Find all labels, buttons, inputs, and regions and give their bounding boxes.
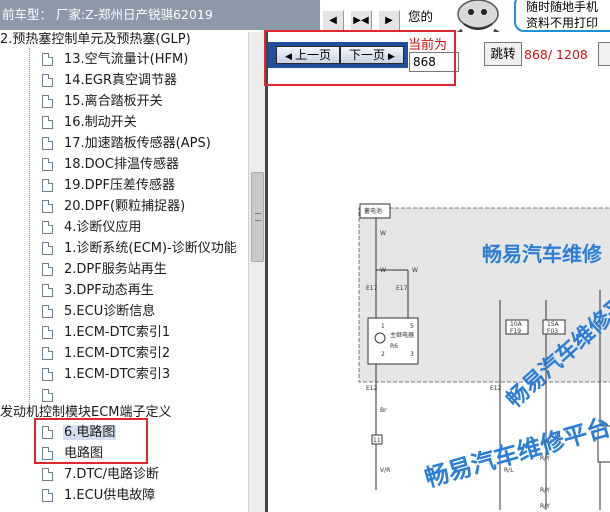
- document-icon: [42, 326, 53, 339]
- tree-item[interactable]: 16.制动开关: [42, 112, 137, 133]
- highlight-box-tree: [34, 418, 148, 464]
- document-icon: [42, 468, 53, 481]
- toolbar-extra-button[interactable]: [598, 42, 610, 66]
- highlight-box-pager: [264, 30, 456, 86]
- fuse-1-rating: 10A: [510, 321, 523, 328]
- tree-item[interactable]: 5.ECU诊断信息: [42, 301, 155, 322]
- circuit-diagram: 蓄电池 主继电器 R6 10A F19 15A F03 11 1 2 3 5 W…: [268, 90, 610, 512]
- document-icon: [42, 95, 53, 108]
- tree-item[interactable]: 1.ECM-DTC索引1: [42, 322, 170, 343]
- tree-item-label: 19.DPF压差传感器: [64, 178, 176, 193]
- tree-item[interactable]: 18.DOC排温传感器: [42, 154, 179, 175]
- wire-label-br: Br: [380, 407, 387, 414]
- nav-first-icon[interactable]: ◀: [322, 10, 344, 32]
- top-bar: 前车型： 厂家:Z-郑州日产锐骐62019 ◀ ▶◀ ▶ 您的 随时随地手机 资…: [0, 0, 610, 40]
- document-icon: [42, 74, 53, 87]
- battery-label: 蓄电池: [364, 207, 382, 215]
- document-icon: [42, 389, 53, 402]
- wire-label-ry3: R/Y: [540, 503, 550, 510]
- tree-item[interactable]: 1.ECM-DTC索引2: [42, 343, 170, 364]
- document-icon: [42, 305, 53, 318]
- wire-label-w2: W: [380, 267, 386, 274]
- tree-item[interactable]: 14.EGR真空调节器: [42, 70, 177, 91]
- tree-item-label: 14.EGR真空调节器: [64, 73, 177, 88]
- tree-node-preheat-control[interactable]: 2.预热塞控制单元及预热塞(GLP): [0, 32, 191, 50]
- tree-item-label: 15.离合踏板开关: [64, 94, 163, 109]
- pin-number-3: 3: [410, 351, 414, 358]
- wire-label-ry2: R/Y: [540, 487, 550, 494]
- document-icon: [42, 347, 53, 360]
- tree-item[interactable]: 20.DPF(颗粒捕捉器): [42, 196, 185, 217]
- jump-button[interactable]: 跳转: [484, 42, 522, 66]
- document-icon: [42, 116, 53, 129]
- document-icon: [42, 221, 53, 234]
- fuse-2-code: F03: [547, 328, 558, 335]
- tree-item[interactable]: 17.加速踏板传感器(APS): [42, 133, 211, 154]
- tree-item-label: 18.DOC排温传感器: [64, 157, 179, 172]
- tree-item-label: 13.空气流量计(HFM): [64, 52, 189, 67]
- fuse-1-code: F19: [510, 328, 521, 335]
- tree-item-label: 4.诊断仪应用: [64, 220, 142, 235]
- tree-item-label: 7.DTC/电路诊断: [64, 467, 160, 482]
- watermark-top: 畅易汽车维修: [482, 242, 602, 266]
- pin-number-11: 11: [373, 437, 381, 444]
- tree-item-label: 1.ECU供电故障: [64, 488, 156, 503]
- tree-item-ecu-power-fault[interactable]: 1.ECU供电故障: [42, 485, 155, 506]
- document-icon: [42, 53, 53, 66]
- relay-label: 主继电器: [390, 331, 414, 339]
- tree-item-label: 1.ECM-DTC索引3: [64, 367, 171, 382]
- tree-item[interactable]: 2.DPF服务站再生: [42, 259, 167, 280]
- tree-item-label: 20.DPF(颗粒捕捉器): [64, 199, 186, 214]
- document-icon: [42, 489, 53, 502]
- wire-label-w3: W: [412, 267, 418, 274]
- pin-number-1: 1: [381, 323, 385, 330]
- tree-item-label: 16.制动开关: [64, 115, 137, 130]
- tree-item-label: 5.ECU诊断信息: [64, 304, 156, 319]
- document-icon: [42, 179, 53, 192]
- tree-item-label: 1.ECM-DTC索引2: [64, 346, 171, 361]
- tree-item-label: 1.ECM-DTC索引1: [64, 325, 171, 340]
- tree-item[interactable]: 19.DPF压差传感器: [42, 175, 175, 196]
- scrollbar-thumb[interactable]: [251, 172, 264, 262]
- tree-item-dtc-diagnosis[interactable]: 7.DTC/电路诊断: [42, 464, 159, 485]
- document-icon: [42, 158, 53, 171]
- connector-label-e17b: E17: [396, 285, 408, 292]
- ad-bubble-line1: 随时随地手机: [526, 0, 599, 14]
- pin-number-5: 5: [410, 323, 414, 330]
- ad-bubble-line2: 资料不用打印: [526, 16, 599, 30]
- tree-item-label: 3.DPF动态再生: [64, 283, 154, 298]
- tree-item-label: 2.DPF服务站再生: [64, 262, 167, 277]
- document-icon: [42, 137, 53, 150]
- document-icon: [42, 263, 53, 276]
- current-vehicle-label: 前车型： 厂家:Z-郑州日产锐骐62019: [0, 0, 320, 30]
- fuse-2-rating: 15A: [547, 321, 560, 328]
- tree-item-label: 1.诊断系统(ECM)-诊断仪功能: [64, 241, 237, 256]
- tree-guide-line: [29, 48, 30, 408]
- tree-item[interactable]: 1.诊断系统(ECM)-诊断仪功能: [42, 238, 237, 259]
- nav-center-icon[interactable]: ▶◀: [350, 10, 372, 32]
- ad-text: 您的: [408, 9, 434, 24]
- connector-label-e17a: E17: [366, 285, 378, 292]
- document-icon: [42, 368, 53, 381]
- tree-item-label: 17.加速踏板传感器(APS): [64, 136, 211, 151]
- tree-scrollbar[interactable]: [248, 32, 265, 512]
- nav-last-icon[interactable]: ▶: [378, 10, 400, 32]
- connector-label-e12a: E12: [366, 385, 378, 392]
- relay-code: R6: [390, 343, 398, 350]
- page-count: 868/ 1208: [524, 47, 588, 62]
- tree-item[interactable]: 3.DPF动态再生: [42, 280, 154, 301]
- tree-item[interactable]: 4.诊断仪应用: [42, 217, 141, 238]
- document-icon: [42, 242, 53, 255]
- tree-item[interactable]: 15.离合踏板开关: [42, 91, 163, 112]
- tree-item[interactable]: 13.空气流量计(HFM): [42, 49, 188, 70]
- document-icon: [42, 284, 53, 297]
- grip-icon: [255, 213, 261, 221]
- tree-item[interactable]: 1.ECM-DTC索引3: [42, 364, 170, 385]
- ad-bubble: 随时随地手机 资料不用打印: [514, 0, 610, 32]
- wire-label-w1: W: [380, 230, 386, 237]
- document-icon: [42, 200, 53, 213]
- pin-number-2: 2: [381, 351, 385, 358]
- wire-label-vr: V/R: [380, 467, 390, 474]
